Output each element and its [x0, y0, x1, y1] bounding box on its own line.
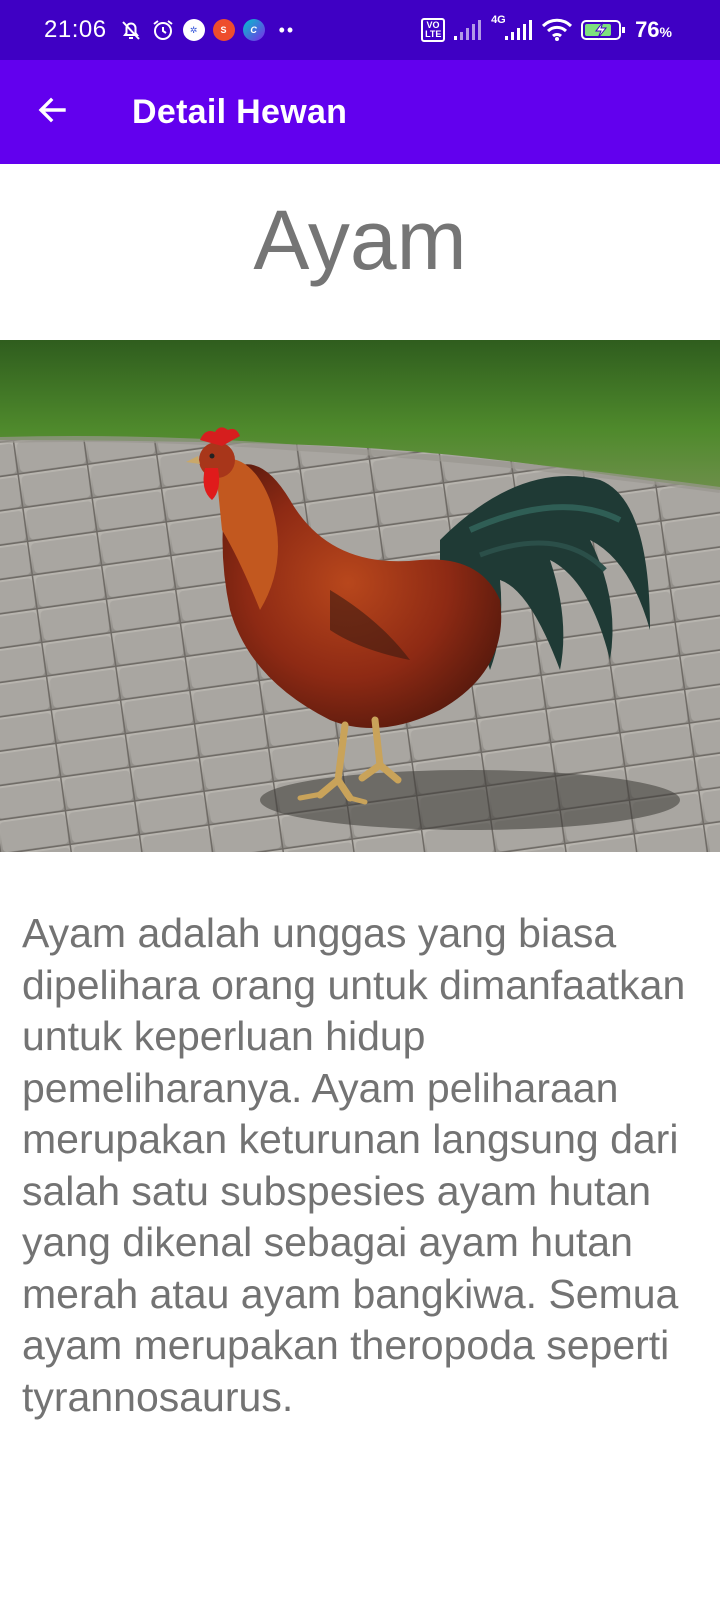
- animal-name: Ayam: [253, 193, 467, 287]
- status-left: 21:06 ✲ S C ••: [44, 16, 295, 44]
- canva-icon: C: [242, 19, 265, 41]
- back-button[interactable]: [0, 60, 104, 164]
- arrow-back-icon: [36, 94, 68, 131]
- battery-charging-icon: [581, 18, 627, 42]
- battery-value: 76: [635, 17, 660, 42]
- app-notification-icon: ✲: [182, 19, 205, 41]
- signal-4g-icon: 4G: [491, 14, 533, 42]
- battery-unit: %: [659, 24, 672, 40]
- mute-bell-icon: [119, 18, 143, 42]
- status-time: 21:06: [44, 16, 107, 43]
- volte-icon: VO LTE: [421, 18, 446, 42]
- shopee-icon: S: [212, 19, 235, 41]
- status-right: VO LTE 4G 76%: [421, 14, 672, 43]
- more-dots-icon: ••: [278, 19, 296, 40]
- wifi-icon: [541, 18, 573, 42]
- animal-photo: [0, 340, 720, 852]
- signal-icon: [453, 18, 483, 42]
- battery-percent: 76%: [635, 17, 672, 43]
- app-bar: Detail Hewan: [0, 60, 720, 164]
- app-bar-title: Detail Hewan: [132, 92, 348, 131]
- status-bar: 21:06 ✲ S C •• VO LTE 4G 76%: [0, 0, 720, 60]
- alarm-icon: [151, 18, 175, 42]
- network-type: 4G: [491, 14, 506, 26]
- animal-description: Ayam adalah unggas yang biasa dipelihara…: [22, 910, 686, 1420]
